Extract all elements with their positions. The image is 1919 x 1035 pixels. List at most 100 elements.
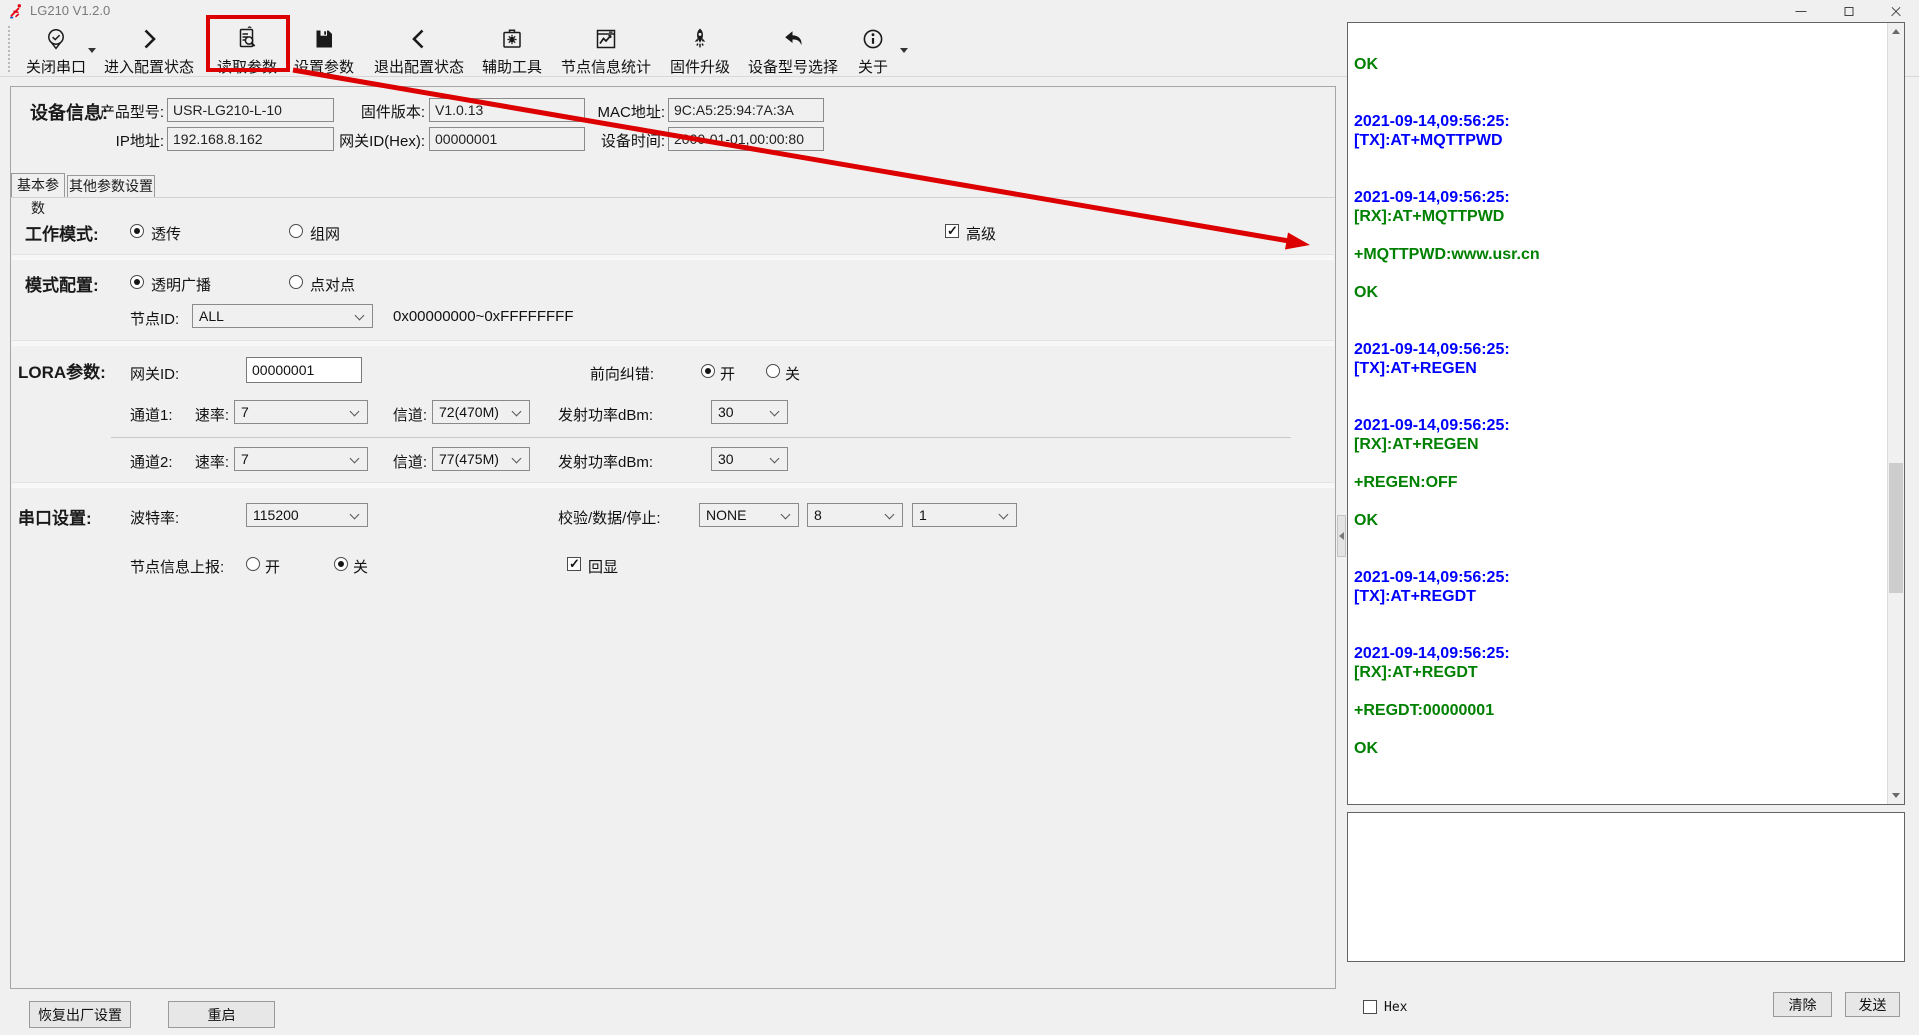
work-mode-option-label: 组网 xyxy=(310,223,340,244)
work-mode-option-label: 透传 xyxy=(151,223,181,244)
chevron-left-icon xyxy=(406,26,432,52)
rate-label: 速率: xyxy=(169,451,229,472)
device-time-field[interactable]: 2000-01-01,00:00:80 xyxy=(668,127,824,151)
minimize-button[interactable] xyxy=(1776,0,1826,24)
log-line: OK xyxy=(1354,55,1882,74)
work-mode-title: 工作模式: xyxy=(25,220,99,245)
mode-config-title: 模式配置: xyxy=(25,271,99,296)
log-panel[interactable]: OK 2021-09-14,09:56:25: [TX]:AT+MQTTPWD … xyxy=(1347,22,1905,805)
advanced-checkbox[interactable] xyxy=(945,224,959,238)
title-bar: LG210 V1.2.0 xyxy=(0,0,1919,22)
advanced-label: 高级 xyxy=(966,223,996,244)
fec-option-label: 开 xyxy=(720,363,735,384)
parity-select[interactable]: NONE xyxy=(699,503,799,527)
scroll-up-icon[interactable] xyxy=(1892,29,1900,34)
log-content: OK 2021-09-14,09:56:25: [TX]:AT+MQTTPWD … xyxy=(1354,23,1882,804)
clear-button[interactable]: 清除 xyxy=(1773,992,1832,1017)
work-mode-radio-transparent[interactable] xyxy=(130,224,144,238)
channel2-channel-select[interactable]: 77(475M) xyxy=(432,447,530,471)
mac-address-field[interactable]: 9C:A5:25:94:7A:3A xyxy=(668,98,824,122)
mode-config-option-label: 点对点 xyxy=(310,274,355,295)
power-label: 发射功率dBm: xyxy=(558,451,653,472)
panel-collapse-handle[interactable] xyxy=(1337,515,1346,557)
fec-radio-off[interactable] xyxy=(766,364,780,378)
toolbar-item-label: 关于 xyxy=(808,56,938,77)
field-label-product-model: 产品型号: xyxy=(44,101,164,122)
back-arrow-icon xyxy=(780,26,806,52)
hex-checkbox[interactable] xyxy=(1363,1000,1377,1014)
read-params-icon xyxy=(234,26,260,52)
log-scrollbar[interactable] xyxy=(1887,23,1904,804)
scroll-down-icon[interactable] xyxy=(1892,793,1900,798)
power-label: 发射功率dBm: xyxy=(558,404,653,425)
tab-other-params[interactable]: 其他参数设置 xyxy=(67,175,155,197)
section-divider xyxy=(12,254,1334,260)
chevron-right-icon xyxy=(136,26,162,52)
field-label-gateway-id-hex: 网关ID(Hex): xyxy=(305,130,425,151)
serial-settings-title: 串口设置: xyxy=(18,504,92,529)
channel1-label: 通道1: xyxy=(130,404,173,425)
log-line: OK xyxy=(1354,739,1882,758)
tab-basic-params[interactable]: 基本参数 xyxy=(11,173,65,197)
channel2-power-select[interactable]: 30 xyxy=(711,447,788,471)
node-report-option-label: 关 xyxy=(353,556,368,577)
config-panel: 设备信息: 产品型号: USR-LG210-L-10 固件版本: V1.0.13… xyxy=(10,86,1336,989)
send-input-box[interactable] xyxy=(1347,812,1905,962)
rocket-icon xyxy=(687,26,713,52)
log-line: 2021-09-14,09:56:25: xyxy=(1354,340,1882,359)
scrollbar-thumb[interactable] xyxy=(1889,463,1903,593)
node-report-radio-off[interactable] xyxy=(334,557,348,571)
tab-divider xyxy=(11,197,1335,198)
echo-checkbox[interactable] xyxy=(567,557,581,571)
toolbar-item-about[interactable]: 关于 xyxy=(808,24,938,76)
log-line: 2021-09-14,09:56:25: xyxy=(1354,644,1882,663)
node-id-range-hint: 0x00000000~0xFFFFFFFF xyxy=(393,308,573,325)
field-label-firmware-version: 固件版本: xyxy=(305,101,425,122)
channel1-power-select[interactable]: 30 xyxy=(711,400,788,424)
lora-gateway-id-input[interactable]: 00000001 xyxy=(246,357,362,383)
lora-gateway-id-label: 网关ID: xyxy=(130,363,179,384)
info-icon xyxy=(860,26,886,52)
log-line: [RX]:AT+REGDT xyxy=(1354,663,1882,682)
factory-reset-button[interactable]: 恢复出厂设置 xyxy=(29,1001,131,1028)
work-mode-radio-network[interactable] xyxy=(289,224,303,238)
field-label-ip-address: IP地址: xyxy=(44,130,164,151)
mode-config-radio-p2p[interactable] xyxy=(289,275,303,289)
channel1-channel-select[interactable]: 72(470M) xyxy=(432,400,530,424)
section-divider xyxy=(12,482,1334,488)
node-report-label: 节点信息上报: xyxy=(130,556,224,577)
stop-bits-select[interactable]: 1 xyxy=(912,503,1017,527)
parity-data-stop-label: 校验/数据/停止: xyxy=(558,507,661,528)
app-logo-icon xyxy=(8,3,24,19)
data-bits-select[interactable]: 8 xyxy=(807,503,903,527)
hex-label: Hex xyxy=(1384,1000,1407,1015)
node-report-option-label: 开 xyxy=(265,556,280,577)
close-button[interactable] xyxy=(1872,0,1919,24)
log-line: +REGEN:OFF xyxy=(1354,473,1882,492)
node-id-select[interactable]: ALL xyxy=(192,304,373,328)
log-line: 2021-09-14,09:56:25: xyxy=(1354,112,1882,131)
save-icon xyxy=(311,26,337,52)
field-label-mac-address: MAC地址: xyxy=(545,101,665,122)
log-line: +REGDT:00000001 xyxy=(1354,701,1882,720)
restart-button[interactable]: 重启 xyxy=(168,1001,275,1028)
fec-option-label: 关 xyxy=(785,363,800,384)
lora-params-title: LORA参数: xyxy=(18,358,106,383)
log-line: OK xyxy=(1354,283,1882,302)
rate-label: 速率: xyxy=(169,404,229,425)
fec-label: 前向纠错: xyxy=(534,363,654,384)
log-line: [RX]:AT+MQTTPWD xyxy=(1354,207,1882,226)
log-line: 2021-09-14,09:56:25: xyxy=(1354,416,1882,435)
app-window: LG210 V1.2.0 关闭串口 进入配置状态 xyxy=(0,0,1919,1035)
channel2-rate-select[interactable]: 7 xyxy=(234,447,368,471)
mode-config-radio-broadcast[interactable] xyxy=(130,275,144,289)
maximize-button[interactable] xyxy=(1826,0,1872,24)
channel1-rate-select[interactable]: 7 xyxy=(234,400,368,424)
node-report-radio-on[interactable] xyxy=(246,557,260,571)
baud-rate-select[interactable]: 115200 xyxy=(246,503,368,527)
fec-radio-on[interactable] xyxy=(701,364,715,378)
chevron-down-icon[interactable] xyxy=(900,48,908,53)
log-line: OK xyxy=(1354,511,1882,530)
send-button[interactable]: 发送 xyxy=(1845,992,1900,1017)
channel2-label: 通道2: xyxy=(130,451,173,472)
